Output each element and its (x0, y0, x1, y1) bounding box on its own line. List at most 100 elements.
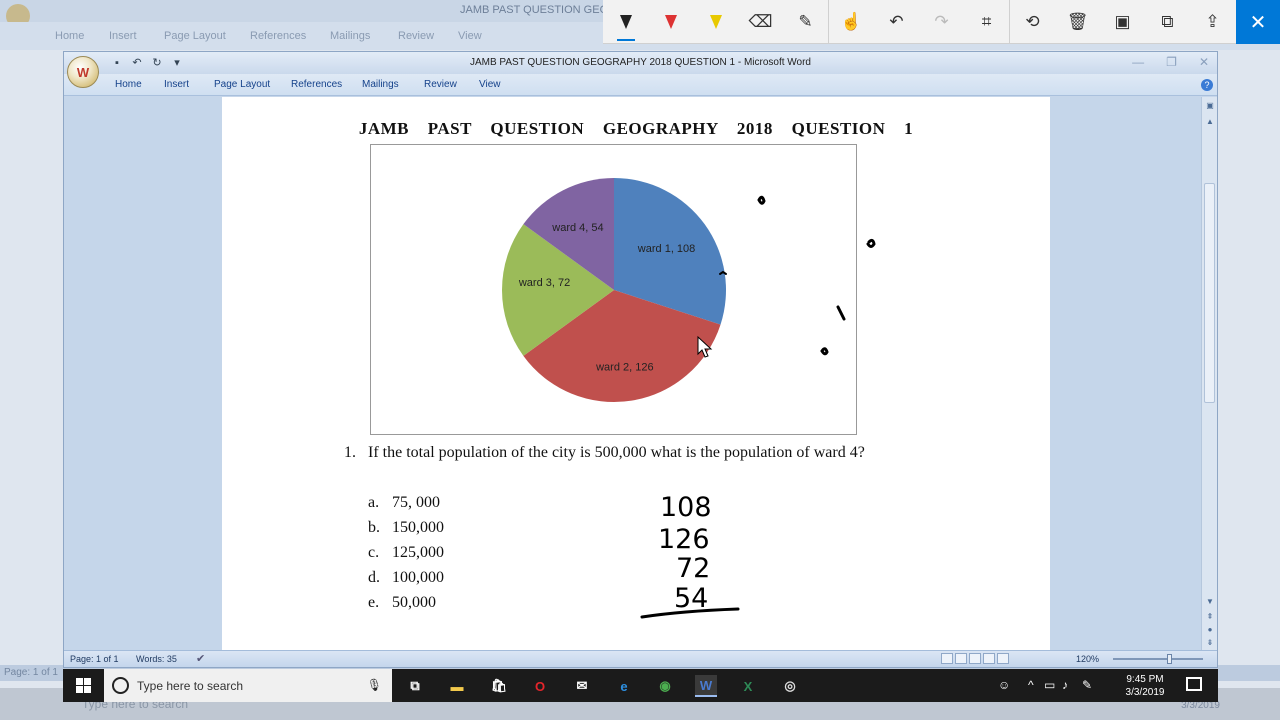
tab-review[interactable]: Review (424, 79, 457, 90)
pie-chart-frame[interactable]: ward 1, 108 ward 2, 126 ward 3, 72 ward 4, … (370, 144, 857, 435)
ballpoint-pen-button[interactable] (603, 0, 648, 44)
search-placeholder: Type here to search (137, 679, 244, 693)
store-icon[interactable]: 🛍 (488, 675, 510, 697)
restore-icon[interactable]: ❐ (1166, 55, 1177, 69)
undo-button[interactable]: ↶ (874, 0, 919, 44)
edge-icon[interactable]: e (613, 675, 635, 697)
scroll-thumb[interactable] (1204, 183, 1215, 403)
pencil-button[interactable] (648, 0, 693, 44)
option-value: 150,000 (392, 519, 444, 536)
background-title: JAMB PAST QUESTION GEOG (460, 4, 617, 16)
next-page-icon[interactable]: ⇟ (1202, 638, 1218, 647)
vertical-scrollbar[interactable]: ▣ ▲ ▼ ⇞ ● ⇟ (1201, 97, 1217, 652)
ink-underline (640, 607, 740, 619)
chevron-up-icon[interactable]: ^ (1028, 678, 1034, 692)
full-screen-view-button[interactable] (955, 653, 967, 664)
zoom-slider[interactable] (1113, 654, 1203, 664)
history-button[interactable]: ⟲ (1010, 0, 1055, 44)
scroll-down-icon[interactable]: ▼ (1202, 597, 1218, 606)
background-tab: References (250, 30, 307, 42)
tab-page-layout[interactable]: Page Layout (214, 79, 270, 90)
highlighter-button[interactable] (693, 0, 738, 44)
outline-view-button[interactable] (983, 653, 995, 664)
word-count[interactable]: Words: 35 (136, 654, 177, 664)
ruler-button[interactable]: ✎ (783, 0, 828, 44)
document-page[interactable]: JAMB PAST QUESTION GEOGRAPHY 2018 QUESTI… (222, 97, 1050, 652)
window-title: JAMB PAST QUESTION GEOGRAPHY 2018 QUESTI… (469, 57, 811, 68)
clock[interactable]: 9:45 PM 3/3/2019 (1120, 673, 1170, 699)
zoom-slider-knob[interactable] (1167, 654, 1172, 664)
pie-chart: ward 1, 108 ward 2, 126 ward 3, 72 ward 4, … (502, 178, 726, 403)
close-annotation-button[interactable]: ✕ (1236, 0, 1280, 44)
obs-icon[interactable]: ◎ (779, 675, 801, 697)
web-layout-view-button[interactable] (969, 653, 981, 664)
task-view-icon[interactable]: ⧉ (404, 675, 426, 697)
chrome-icon[interactable]: ◉ (654, 675, 676, 697)
draft-view-button[interactable] (997, 653, 1009, 664)
mail-icon[interactable]: ✉ (571, 675, 593, 697)
tab-references[interactable]: References (291, 79, 342, 90)
redo-button[interactable]: ↷ (919, 0, 964, 44)
system-tray: ☺ ^ ▭ ♪ ✎ 9:45 PM 3/3/2019 (998, 669, 1218, 702)
print-layout-view-button[interactable] (941, 653, 953, 664)
ink-number: 54 (674, 583, 708, 614)
view-buttons (941, 653, 1009, 664)
notification-icon[interactable] (1186, 677, 1202, 691)
save-button[interactable]: ▣ (1100, 0, 1145, 44)
question-text: If the total population of the city is 5… (368, 444, 865, 461)
taskbar-search[interactable]: Type here to search 🎙 (104, 669, 392, 702)
tab-mailings[interactable]: Mailings (362, 79, 399, 90)
copy-icon: ⧉ (1161, 11, 1174, 31)
scroll-up-icon[interactable]: ▲ (1202, 117, 1218, 126)
tab-view[interactable]: View (479, 79, 501, 90)
eraser-icon: ⌫ (748, 11, 773, 31)
pencil-icon (664, 14, 677, 29)
start-button[interactable] (63, 669, 104, 702)
document-area[interactable]: JAMB PAST QUESTION GEOGRAPHY 2018 QUESTI… (64, 97, 1203, 652)
zoom-level[interactable]: 120% (1076, 654, 1099, 664)
opera-icon[interactable]: O (529, 675, 551, 697)
previous-page-icon[interactable]: ⇞ (1202, 612, 1218, 621)
minimize-icon[interactable]: — (1132, 55, 1144, 69)
office-button[interactable]: W (67, 56, 99, 88)
pen-workspace-icon[interactable]: ✎ (1082, 678, 1092, 692)
close-icon[interactable]: ✕ (1199, 55, 1209, 69)
excel-icon[interactable]: X (737, 675, 759, 697)
share-button[interactable]: ⇪ (1190, 0, 1235, 44)
option-letter: b. (368, 519, 380, 536)
option-value: 100,000 (392, 569, 444, 586)
clock-date: 3/3/2019 (1125, 687, 1165, 698)
touch-writing-button[interactable]: ☝ (829, 0, 874, 44)
browse-object-icon[interactable]: ● (1202, 625, 1218, 634)
option-value: 75, 000 (392, 494, 440, 511)
background-tab: View (458, 30, 482, 42)
crop-button[interactable]: ⌗ (964, 0, 1009, 44)
copy-button[interactable]: ⧉ (1145, 0, 1190, 44)
save-icon: ▣ (1114, 11, 1131, 31)
ruler-toggle-icon[interactable]: ▣ (1202, 101, 1218, 110)
tab-insert[interactable]: Insert (164, 79, 189, 90)
help-icon[interactable]: ? (1201, 79, 1213, 91)
ink-number: 126 (658, 524, 710, 555)
network-icon[interactable]: ▭ (1044, 678, 1055, 692)
option-value: 125,000 (392, 544, 444, 561)
proofing-icon[interactable]: ✔ (196, 652, 205, 665)
ballpoint-pen-icon (619, 14, 632, 29)
word-taskbar-icon[interactable]: W (695, 675, 717, 697)
option-letter: e. (368, 594, 380, 611)
tab-home[interactable]: Home (115, 79, 142, 90)
pie-slice-label: ward 4, 54 (551, 222, 603, 234)
people-icon[interactable]: ☺ (998, 678, 1010, 692)
ruler-icon: ✎ (798, 11, 813, 31)
microphone-icon[interactable]: 🎙 (367, 678, 382, 692)
volume-icon[interactable]: ♪ (1062, 678, 1068, 692)
file-explorer-icon[interactable]: ▬ (446, 675, 468, 697)
page-count[interactable]: Page: 1 of 1 (70, 654, 119, 664)
background-tab: Page Layout (164, 30, 226, 42)
pie-slice-label: ward 3, 72 (518, 277, 570, 289)
eraser-button[interactable]: ⌫ (738, 0, 783, 44)
option-value: 50,000 (392, 594, 436, 611)
cortana-icon (112, 677, 129, 694)
delete-button[interactable]: 🗑 (1055, 0, 1100, 44)
background-tab: Insert (109, 30, 137, 42)
